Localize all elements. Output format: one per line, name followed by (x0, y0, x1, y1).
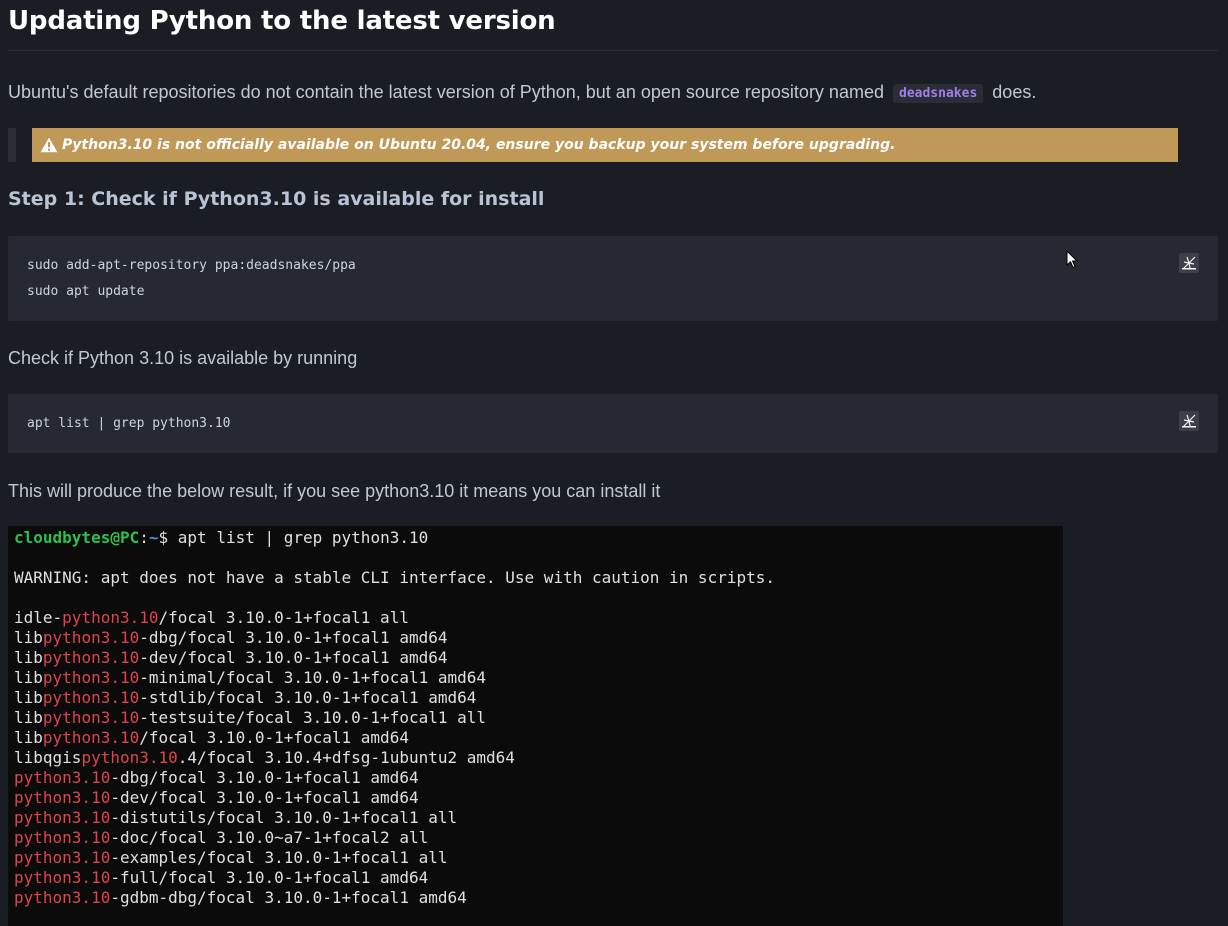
copy-code-button[interactable] (1179, 411, 1199, 431)
package-suffix: -dev/focal 3.10.0-1+focal1 amd64 (110, 788, 419, 807)
package-match-highlight: python3.10 (14, 768, 111, 787)
intro-text-before: Ubuntu's default repositories do not con… (8, 82, 884, 102)
terminal-package-line: python3.10-examples/focal 3.10.0-1+focal… (14, 848, 1063, 868)
package-match-highlight: python3.10 (42, 668, 140, 687)
package-suffix: -examples/focal 3.10.0-1+focal1 all (110, 848, 448, 867)
terminal-package-line: libpython3.10-dev/focal 3.10.0-1+focal1 … (14, 648, 1063, 668)
mouse-cursor-icon (1066, 250, 1079, 269)
page-title: Updating Python to the latest version (8, 6, 556, 36)
code-line: apt list | grep python3.10 (27, 416, 231, 431)
package-match-highlight: python3.10 (42, 688, 140, 707)
package-suffix: -stdlib/focal 3.10.0-1+focal1 amd64 (139, 688, 477, 707)
package-prefix: idle- (14, 608, 63, 627)
package-match-highlight: python3.10 (14, 788, 111, 807)
terminal-prompt-line: cloudbytes@PC:~$ apt list | grep python3… (14, 528, 1063, 548)
code-line: sudo add-apt-repository ppa:deadsnakes/p… (27, 258, 356, 273)
terminal-package-line: libpython3.10-testsuite/focal 3.10.0-1+f… (14, 708, 1063, 728)
title-divider (8, 50, 1218, 51)
terminal-package-line: libqgispython3.10.4/focal 3.10.4+dfsg-1u… (14, 748, 1063, 768)
package-suffix: -dev/focal 3.10.0-1+focal1 amd64 (139, 648, 448, 667)
terminal-package-line: libpython3.10-dbg/focal 3.10.0-1+focal1 … (14, 628, 1063, 648)
package-prefix: lib (14, 708, 43, 727)
terminal-warning-line: WARNING: apt does not have a stable CLI … (14, 568, 775, 587)
prompt-colon: : (139, 528, 149, 547)
package-match-highlight: python3.10 (42, 728, 140, 747)
package-match-highlight: python3.10 (14, 888, 111, 907)
terminal-screenshot: cloudbytes@PC:~$ apt list | grep python3… (8, 526, 1063, 926)
package-match-highlight: python3.10 (81, 748, 178, 767)
package-suffix: -minimal/focal 3.10.0-1+focal1 amd64 (139, 668, 487, 687)
result-paragraph: This will produce the below result, if y… (8, 481, 661, 501)
step1-heading: Step 1: Check if Python3.10 is available… (8, 188, 545, 210)
package-prefix: lib (14, 648, 43, 667)
prompt-path: ~ (148, 528, 159, 547)
prompt-user: cloudbytes@PC (14, 528, 140, 547)
package-match-highlight: python3.10 (42, 708, 140, 727)
terminal-package-line: python3.10-gdbm-dbg/focal 3.10.0-1+focal… (14, 888, 1063, 908)
package-suffix: -gdbm-dbg/focal 3.10.0-1+focal1 amd64 (110, 888, 467, 907)
terminal-package-line: libpython3.10/focal 3.10.0-1+focal1 amd6… (14, 728, 1063, 748)
package-match-highlight: python3.10 (62, 608, 159, 627)
package-suffix: /focal 3.10.0-1+focal1 amd64 (139, 728, 409, 747)
package-match-highlight: python3.10 (14, 868, 111, 887)
terminal-package-line: python3.10-distutils/focal 3.10.0-1+foca… (14, 808, 1063, 828)
package-prefix: lib (14, 728, 43, 747)
warning-triangle-icon (40, 137, 58, 153)
copy-code-icon (1182, 256, 1196, 270)
package-suffix: /focal 3.10.0-1+focal1 all (158, 608, 409, 627)
check-paragraph: Check if Python 3.10 is available by run… (8, 348, 358, 368)
warning-text: Python3.10 is not officially available o… (62, 137, 896, 153)
package-match-highlight: python3.10 (14, 808, 111, 827)
package-suffix: -dbg/focal 3.10.0-1+focal1 amd64 (110, 768, 419, 787)
code-block-add-repo[interactable]: sudo add-apt-repository ppa:deadsnakes/p… (8, 236, 1218, 321)
package-match-highlight: python3.10 (14, 828, 111, 847)
package-match-highlight: python3.10 (42, 628, 140, 647)
code-line: sudo apt update (27, 284, 145, 299)
copy-code-icon (1182, 414, 1196, 428)
blockquote-bar (8, 128, 16, 162)
intro-paragraph: Ubuntu's default repositories do not con… (8, 82, 1036, 103)
terminal-package-line: python3.10-full/focal 3.10.0-1+focal1 am… (14, 868, 1063, 888)
package-suffix: -distutils/focal 3.10.0-1+focal1 all (110, 808, 458, 827)
terminal-package-line: python3.10-doc/focal 3.10.0~a7-1+focal2 … (14, 828, 1063, 848)
package-suffix: .4/focal 3.10.4+dfsg-1ubuntu2 amd64 (177, 748, 515, 767)
warning-callout: Python3.10 is not officially available o… (32, 128, 1178, 162)
copy-code-button[interactable] (1179, 253, 1199, 273)
terminal-package-line: libpython3.10-minimal/focal 3.10.0-1+foc… (14, 668, 1063, 688)
package-prefix: lib (14, 688, 43, 707)
package-prefix: lib (14, 628, 43, 647)
terminal-package-line: python3.10-dev/focal 3.10.0-1+focal1 amd… (14, 788, 1063, 808)
package-prefix: libqgis (14, 748, 82, 767)
inline-code-deadsnakes: deadsnakes (893, 84, 984, 103)
package-suffix: -testsuite/focal 3.10.0-1+focal1 all (139, 708, 487, 727)
package-suffix: -dbg/focal 3.10.0-1+focal1 amd64 (139, 628, 448, 647)
terminal-package-line: idle-python3.10/focal 3.10.0-1+focal1 al… (14, 608, 1063, 628)
code-block-apt-list[interactable]: apt list | grep python3.10 (8, 394, 1218, 453)
package-match-highlight: python3.10 (14, 848, 111, 867)
package-suffix: -full/focal 3.10.0-1+focal1 amd64 (110, 868, 429, 887)
package-match-highlight: python3.10 (42, 648, 140, 667)
terminal-package-line: libpython3.10-stdlib/focal 3.10.0-1+foca… (14, 688, 1063, 708)
terminal-package-line: python3.10-dbg/focal 3.10.0-1+focal1 amd… (14, 768, 1063, 788)
prompt-command: $ apt list | grep python3.10 (158, 528, 429, 547)
package-list: idle-python3.10/focal 3.10.0-1+focal1 al… (14, 608, 1063, 908)
intro-text-after: does. (992, 82, 1037, 102)
package-prefix: lib (14, 668, 43, 687)
package-suffix: -doc/focal 3.10.0~a7-1+focal2 all (110, 828, 429, 847)
